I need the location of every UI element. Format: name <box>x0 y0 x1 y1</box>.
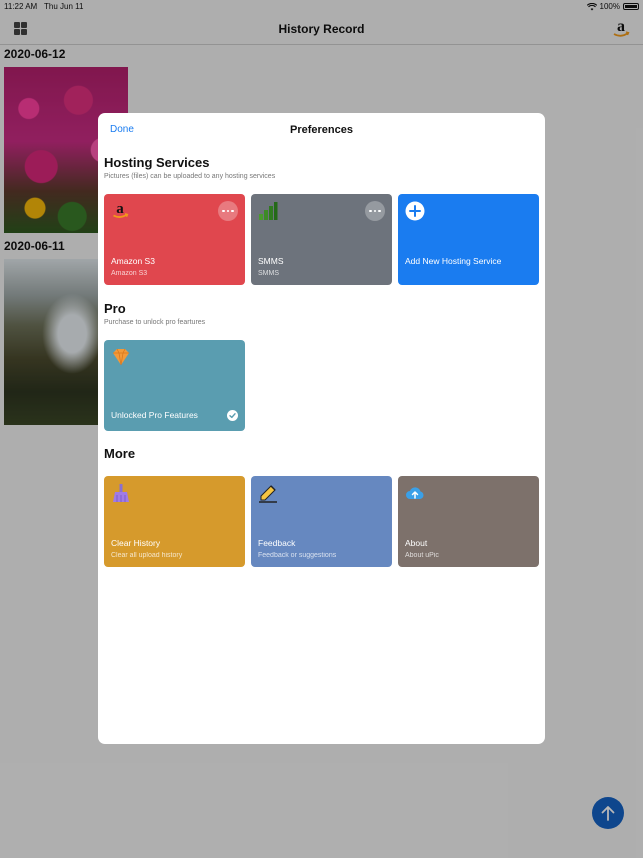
about-card[interactable]: About About uPic <box>398 476 539 567</box>
amazon-icon: a <box>113 201 129 218</box>
modal-title: Preferences <box>290 124 353 136</box>
plus-circle-icon <box>405 201 425 221</box>
section-title-hosting: Hosting Services <box>104 155 210 170</box>
pencil-icon <box>259 485 277 503</box>
add-hosting-service-button[interactable]: Add New Hosting Service <box>398 194 539 285</box>
preferences-modal: Done Preferences Hosting Services Pictur… <box>98 113 545 744</box>
section-subtitle-pro: Purchase to unlock pro feartures <box>104 319 206 326</box>
hosting-card-smms[interactable]: SMMS SMMS <box>251 194 392 285</box>
more-options-button[interactable] <box>365 201 385 221</box>
section-title-pro: Pro <box>104 301 126 316</box>
pro-features-card[interactable]: Unlocked Pro Features <box>104 340 245 431</box>
card-title: SMMS <box>258 256 284 266</box>
card-subtitle: Amazon S3 <box>111 270 148 277</box>
card-title: Add New Hosting Service <box>405 256 502 266</box>
signal-bars-icon <box>259 202 278 220</box>
section-title-more: More <box>104 446 136 461</box>
cloud-upload-icon <box>406 487 424 499</box>
checkmark-icon <box>227 410 238 421</box>
hosting-card-amazon-s3[interactable]: a Amazon S3 Amazon S3 <box>104 194 245 285</box>
card-subtitle: SMMS <box>258 270 279 277</box>
card-title: Amazon S3 <box>111 256 155 266</box>
card-subtitle: Feedback or suggestions <box>258 552 337 559</box>
card-subtitle: About uPic <box>405 552 439 559</box>
section-subtitle-hosting: Pictures (files) can be uploaded to any … <box>104 173 276 180</box>
more-options-button[interactable] <box>218 201 238 221</box>
diamond-icon <box>113 348 129 366</box>
modal-header: Done Preferences <box>98 113 545 149</box>
svg-text:a: a <box>116 201 124 217</box>
card-title: Clear History <box>111 538 161 548</box>
card-subtitle: Clear all upload history <box>111 552 183 559</box>
card-title: Feedback <box>258 538 296 548</box>
broom-icon <box>113 484 129 502</box>
clear-history-card[interactable]: Clear History Clear all upload history <box>104 476 245 567</box>
card-title: About <box>405 538 428 548</box>
feedback-card[interactable]: Feedback Feedback or suggestions <box>251 476 392 567</box>
card-title: Unlocked Pro Features <box>111 410 198 420</box>
